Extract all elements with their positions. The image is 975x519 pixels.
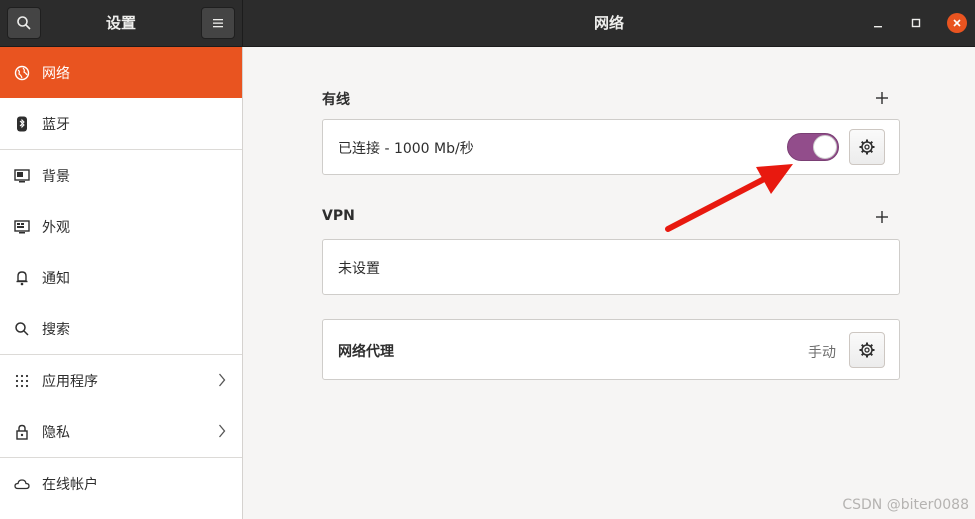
proxy-settings-button[interactable]	[849, 332, 885, 368]
menu-button[interactable]	[201, 7, 235, 39]
search-icon	[17, 16, 31, 30]
bluetooth-icon	[14, 116, 30, 132]
gear-icon	[859, 342, 875, 358]
minimize-icon	[874, 26, 882, 28]
wired-settings-button[interactable]	[849, 129, 885, 165]
sidebar-item-applications[interactable]: 应用程序	[0, 355, 242, 406]
add-vpn-button[interactable]	[875, 209, 889, 223]
settings-title: 设置	[105, 14, 136, 32]
add-wired-button[interactable]	[875, 90, 889, 104]
vpn-status-text: 未设置	[338, 261, 380, 277]
minimize-button[interactable]	[868, 13, 888, 33]
hamburger-menu-icon	[213, 19, 223, 28]
vpn-card: 未设置	[322, 239, 900, 295]
sidebar-item-label: 隐私	[42, 424, 70, 441]
sidebar-item-label: 外观	[42, 219, 70, 236]
chevron-right-icon	[218, 423, 226, 442]
close-icon	[953, 19, 961, 27]
maximize-icon	[911, 18, 921, 28]
chevron-right-icon	[218, 372, 226, 391]
page-title: 网络	[593, 14, 624, 32]
sidebar-item-privacy[interactable]: 隐私	[0, 406, 242, 457]
wired-status-text: 已连接 - 1000 Mb/秒	[338, 141, 474, 157]
sidebar-item-label: 在线帐户	[42, 476, 98, 493]
sidebar-item-notifications[interactable]: 通知	[0, 252, 242, 303]
watermark: CSDN @biter0088	[842, 497, 969, 513]
monitor-icon	[14, 168, 30, 184]
proxy-title: 网络代理	[338, 344, 394, 360]
sidebar-item-search[interactable]: 搜索	[0, 303, 242, 354]
appearance-icon	[14, 219, 30, 235]
sidebar-item-network[interactable]: 网络	[0, 47, 242, 98]
plus-icon	[876, 92, 888, 104]
plus-icon	[876, 211, 888, 223]
sidebar-item-label: 网络	[42, 65, 70, 82]
search-icon	[14, 321, 30, 337]
wired-section-title: 有线	[322, 92, 350, 108]
header-bar: 设置 网络	[0, 0, 975, 47]
search-button[interactable]	[7, 7, 41, 39]
vpn-section-title: VPN	[322, 208, 355, 224]
sidebar-item-appearance[interactable]: 外观	[0, 201, 242, 252]
globe-icon	[14, 65, 30, 81]
gear-icon	[859, 139, 875, 155]
sidebar-item-label: 背景	[42, 168, 70, 185]
proxy-mode-text: 手动	[808, 345, 836, 361]
lock-icon	[14, 424, 30, 440]
bell-icon	[14, 270, 30, 286]
apps-grid-icon	[14, 373, 30, 389]
sidebar-item-background[interactable]: 背景	[0, 150, 242, 201]
cloud-icon	[14, 476, 30, 492]
sidebar-item-label: 搜索	[42, 321, 70, 338]
sidebar-item-online-accounts[interactable]: 在线帐户	[0, 458, 242, 509]
toggle-knob	[813, 135, 837, 159]
sidebar-item-label: 蓝牙	[42, 116, 70, 133]
sidebar: 网络 蓝牙 背景 外观 通知 搜索 应用程序 隐私 在线帐户	[0, 47, 243, 519]
close-button[interactable]	[947, 13, 967, 33]
network-panel: 有线 已连接 - 1000 Mb/秒 VPN 未设置 网络代理 手动 CSDN …	[243, 47, 975, 519]
maximize-button[interactable]	[906, 13, 926, 33]
sidebar-item-label: 通知	[42, 270, 70, 287]
sidebar-item-bluetooth[interactable]: 蓝牙	[0, 98, 242, 149]
proxy-card[interactable]: 网络代理 手动	[322, 319, 900, 380]
wired-connection-card: 已连接 - 1000 Mb/秒	[322, 119, 900, 175]
annotation-arrow	[665, 164, 793, 232]
sidebar-item-label: 应用程序	[42, 373, 98, 390]
